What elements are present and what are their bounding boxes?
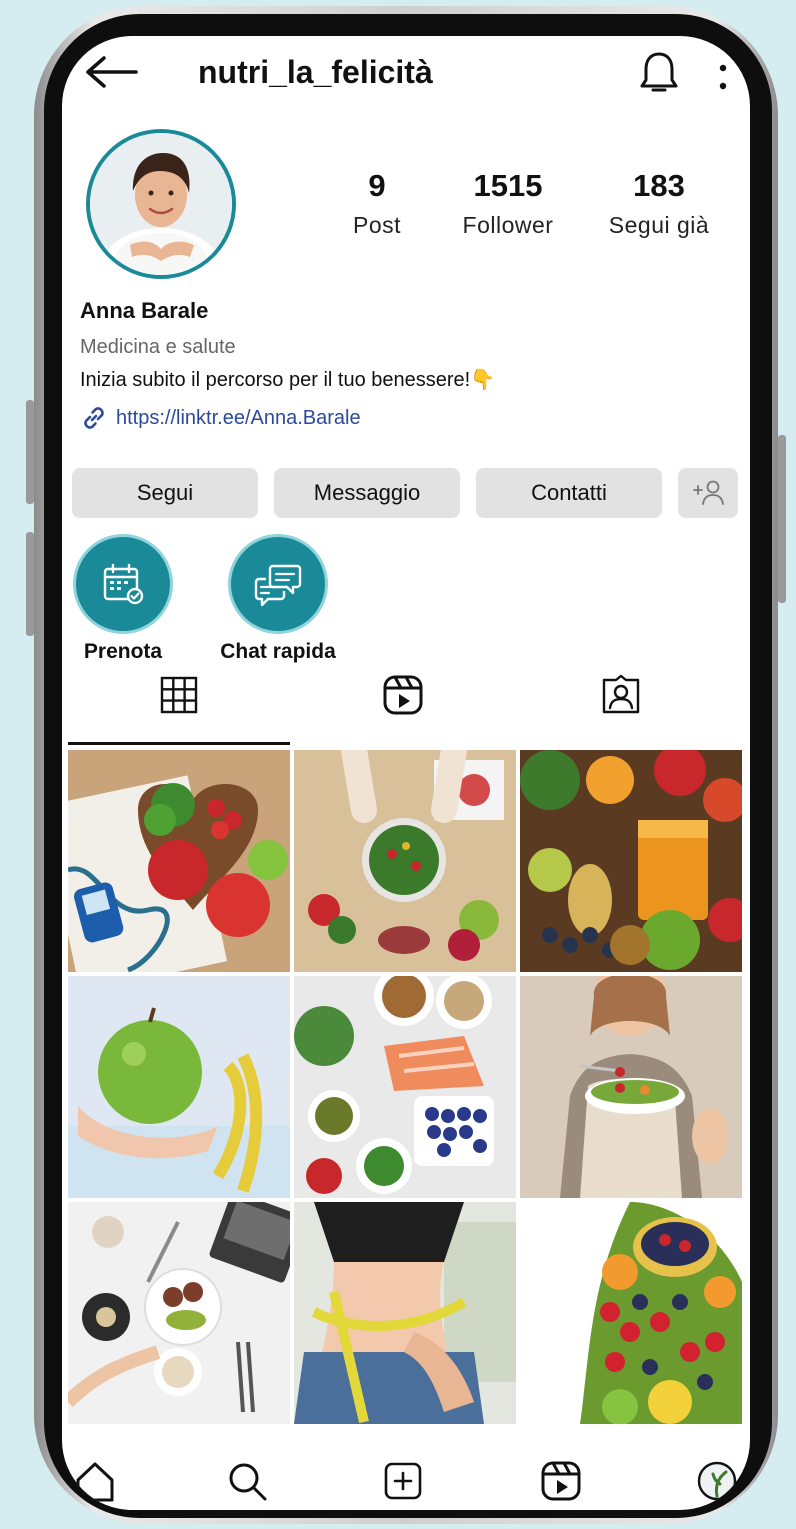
power-button xyxy=(778,435,786,603)
post-thumbnail[interactable] xyxy=(520,750,742,972)
post-image xyxy=(294,976,516,1198)
profile-name: Anna Barale xyxy=(80,298,209,323)
grid-icon[interactable] xyxy=(158,674,200,716)
profile-avatar[interactable] xyxy=(86,129,236,279)
reels-icon[interactable] xyxy=(382,674,424,716)
post-thumbnail[interactable] xyxy=(68,750,290,972)
profile-icon[interactable] xyxy=(696,1460,738,1502)
highlight-circle xyxy=(73,534,173,634)
highlight-prenota[interactable]: Prenota xyxy=(72,534,174,664)
avatar-portrait xyxy=(90,133,232,275)
add-person-button[interactable] xyxy=(678,468,738,518)
stat-number: 1515 xyxy=(473,168,543,203)
screen: nutri_la_felicità 9 Post 1515 Follower 1… xyxy=(62,36,750,1510)
profile-link-row[interactable]: https://linktr.ee/Anna.Barale xyxy=(80,404,720,432)
post-thumbnail[interactable] xyxy=(68,976,290,1198)
search-icon[interactable] xyxy=(226,1460,268,1502)
bell-icon[interactable] xyxy=(638,50,680,96)
profile-link[interactable]: https://linktr.ee/Anna.Barale xyxy=(116,407,361,430)
post-image xyxy=(294,1202,516,1424)
stat-label: Follower xyxy=(462,212,554,238)
volume-down-button xyxy=(26,532,34,636)
highlight-chat-rapida[interactable]: Chat rapida xyxy=(198,534,358,664)
profile-bio-text: Inizia subito il percorso per il tuo ben… xyxy=(80,369,496,391)
new-post-icon[interactable] xyxy=(382,1460,424,1502)
post-thumbnail[interactable] xyxy=(520,1202,742,1424)
post-image xyxy=(68,750,290,972)
post-thumbnail[interactable] xyxy=(294,976,516,1198)
arrow-left-icon[interactable] xyxy=(84,54,138,90)
contacts-button[interactable]: Contatti xyxy=(476,468,662,518)
post-thumbnail[interactable] xyxy=(294,750,516,972)
post-image xyxy=(294,750,516,972)
stat-following[interactable]: 183 Segui già xyxy=(596,168,722,239)
profile-header: nutri_la_felicità xyxy=(62,36,750,116)
stat-number: 183 xyxy=(633,168,685,203)
active-tab-indicator xyxy=(68,742,290,745)
reels-icon[interactable] xyxy=(540,1460,582,1502)
chat-icon xyxy=(254,564,302,607)
post-image xyxy=(520,750,742,972)
stat-posts[interactable]: 9 Post xyxy=(322,168,432,239)
post-image xyxy=(68,1202,290,1424)
post-thumbnail[interactable] xyxy=(294,1202,516,1424)
post-grid xyxy=(68,750,742,1424)
profile-category: Medicina e salute xyxy=(80,336,236,358)
more-vertical-icon[interactable] xyxy=(716,60,730,96)
message-button[interactable]: Messaggio xyxy=(274,468,460,518)
calendar-icon xyxy=(103,563,144,605)
highlight-circle xyxy=(228,534,328,634)
stat-number: 9 xyxy=(368,168,386,203)
home-icon[interactable] xyxy=(74,1460,116,1502)
profile-username: nutri_la_felicità xyxy=(198,54,433,90)
post-thumbnail[interactable] xyxy=(520,976,742,1198)
post-image xyxy=(68,976,290,1198)
follow-button[interactable]: Segui xyxy=(72,468,258,518)
add-person-icon xyxy=(693,480,724,505)
highlight-label: Chat rapida xyxy=(220,640,336,663)
stat-label: Segui già xyxy=(608,212,710,238)
volume-up-button xyxy=(26,400,34,504)
highlight-label: Prenota xyxy=(83,640,163,663)
link-icon xyxy=(84,407,104,429)
profile-bio: Anna Barale Medicina e salute Inizia sub… xyxy=(80,298,720,432)
stat-followers[interactable]: 1515 Follower xyxy=(448,168,568,239)
tagged-icon[interactable] xyxy=(600,674,642,716)
post-thumbnail[interactable] xyxy=(68,1202,290,1424)
post-image xyxy=(520,1202,742,1424)
stat-label: Post xyxy=(352,212,402,238)
post-image xyxy=(520,976,742,1198)
